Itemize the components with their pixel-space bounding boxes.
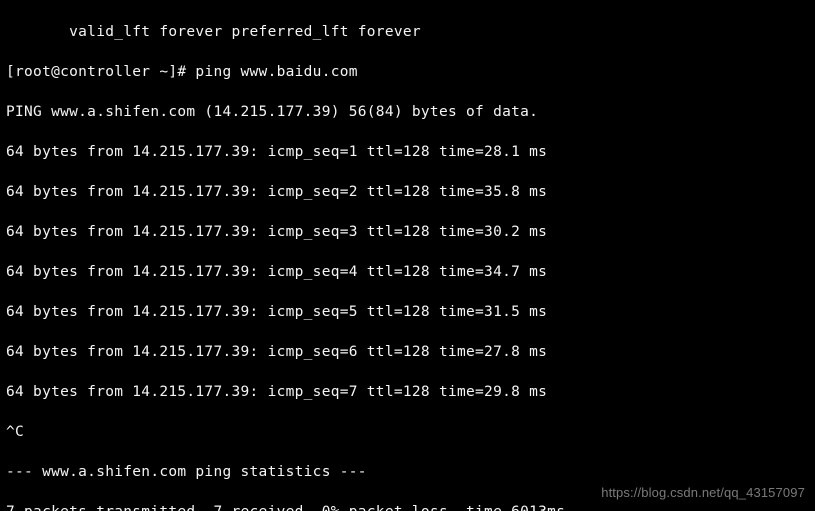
prompt-line-1: [root@controller ~]# ping www.baidu.com [6, 62, 809, 82]
ping-stats-line: 7 packets transmitted, 7 received, 0% pa… [6, 502, 809, 511]
ping-reply: 64 bytes from 14.215.177.39: icmp_seq=2 … [6, 182, 809, 202]
ping-reply: 64 bytes from 14.215.177.39: icmp_seq=4 … [6, 262, 809, 282]
ping-header: PING www.a.shifen.com (14.215.177.39) 56… [6, 102, 809, 122]
ping-reply: 64 bytes from 14.215.177.39: icmp_seq=1 … [6, 142, 809, 162]
csdn-watermark: https://blog.csdn.net/qq_43157097 [601, 483, 805, 503]
command-text: ping www.baidu.com [195, 64, 357, 80]
interrupt-signal: ^C [6, 422, 809, 442]
ping-reply: 64 bytes from 14.215.177.39: icmp_seq=7 … [6, 382, 809, 402]
terminal-output[interactable]: valid_lft forever preferred_lft forever … [0, 0, 815, 511]
ping-reply: 64 bytes from 14.215.177.39: icmp_seq=5 … [6, 302, 809, 322]
ping-reply: 64 bytes from 14.215.177.39: icmp_seq=3 … [6, 222, 809, 242]
ping-stats-header: --- www.a.shifen.com ping statistics --- [6, 462, 809, 482]
prev-output-fragment: valid_lft forever preferred_lft forever [6, 22, 809, 42]
shell-prompt: [root@controller ~]# [6, 64, 195, 80]
ping-reply: 64 bytes from 14.215.177.39: icmp_seq=6 … [6, 342, 809, 362]
